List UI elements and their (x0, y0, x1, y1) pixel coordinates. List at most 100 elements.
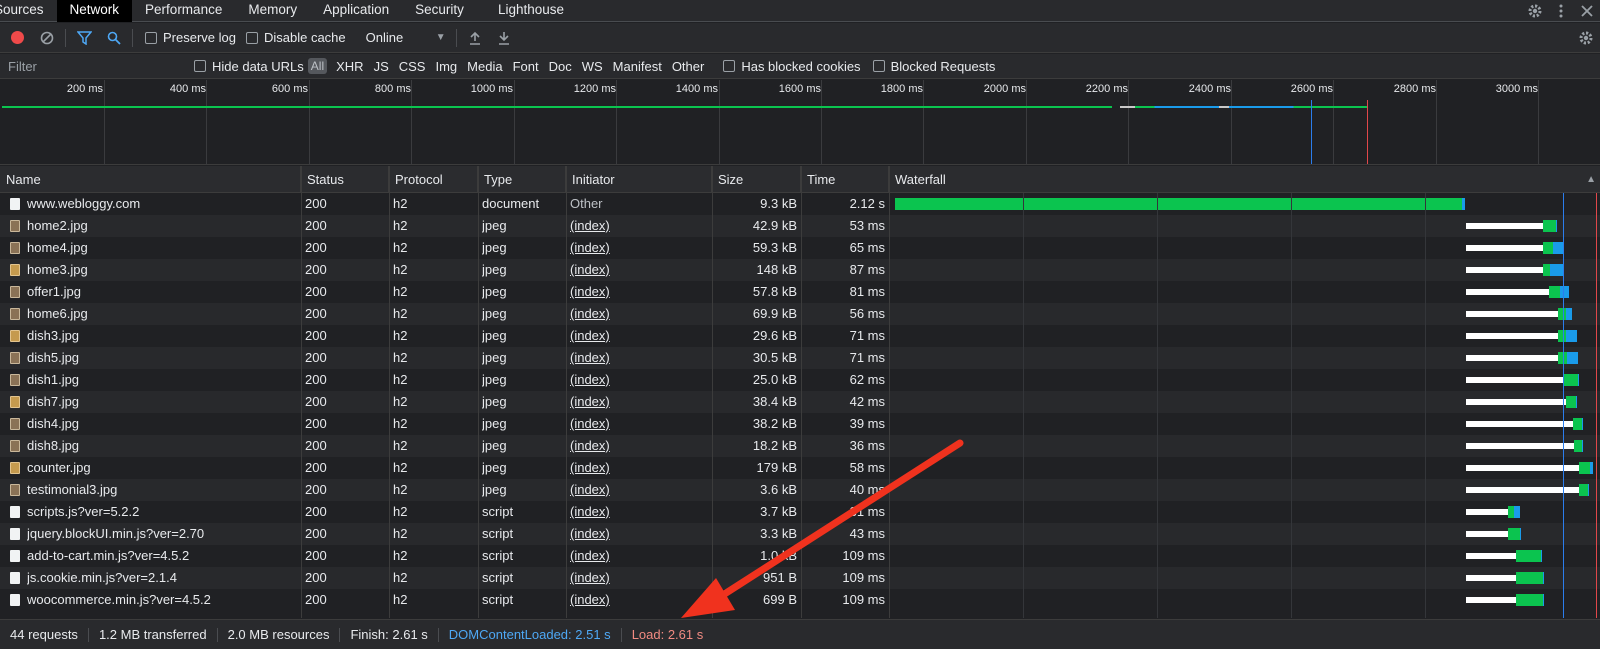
request-initiator[interactable]: (index) (570, 435, 706, 457)
filter-type-ws[interactable]: WS (577, 59, 608, 74)
request-name[interactable]: www.webloggy.com (27, 193, 297, 215)
sort-ascending-icon[interactable]: ▲ (1586, 166, 1596, 193)
request-name[interactable]: testimonial3.jpg (27, 479, 297, 501)
close-devtools-icon[interactable] (1574, 0, 1600, 22)
network-settings-button[interactable] (1571, 23, 1600, 53)
table-row[interactable]: offer1.jpg 200 h2 jpeg (index) 57.8 kB 81 ms (0, 281, 1600, 303)
tab-memory[interactable]: Memory (235, 0, 310, 22)
import-har-button[interactable] (461, 23, 490, 53)
disable-cache-checkbox[interactable]: Disable cache (245, 30, 346, 45)
table-row[interactable]: scripts.js?ver=5.2.2 200 h2 script (index) 3.… (0, 501, 1600, 523)
settings-gear-icon[interactable] (1522, 0, 1548, 22)
request-name[interactable]: dish4.jpg (27, 413, 297, 435)
request-name[interactable]: dish5.jpg (27, 347, 297, 369)
request-initiator[interactable]: (index) (570, 281, 706, 303)
table-row[interactable]: home3.jpg 200 h2 jpeg (index) 148 kB 87 ms (0, 259, 1600, 281)
table-row[interactable]: dish5.jpg 200 h2 jpeg (index) 30.5 kB 71 ms (0, 347, 1600, 369)
table-row[interactable]: dish4.jpg 200 h2 jpeg (index) 38.2 kB 39 ms (0, 413, 1600, 435)
has-blocked-cookies-checkbox[interactable]: Has blocked cookies (723, 59, 861, 74)
table-row[interactable]: home6.jpg 200 h2 jpeg (index) 69.9 kB 56 ms (0, 303, 1600, 325)
request-name[interactable]: add-to-cart.min.js?ver=4.5.2 (27, 545, 297, 567)
column-header-waterfall[interactable]: Waterfall (889, 166, 1600, 193)
record-button[interactable] (3, 23, 32, 53)
request-name[interactable]: jquery.blockUI.min.js?ver=2.70 (27, 523, 297, 545)
table-row[interactable]: js.cookie.min.js?ver=2.1.4 200 h2 script (in… (0, 567, 1600, 589)
request-initiator[interactable]: (index) (570, 347, 706, 369)
table-row[interactable]: add-to-cart.min.js?ver=4.5.2 200 h2 script (… (0, 545, 1600, 567)
filter-type-doc[interactable]: Doc (544, 59, 577, 74)
request-name[interactable]: dish3.jpg (27, 325, 297, 347)
clear-button[interactable] (32, 23, 61, 53)
table-row[interactable]: dish8.jpg 200 h2 jpeg (index) 18.2 kB 36 ms (0, 435, 1600, 457)
tab-network[interactable]: Network (56, 0, 133, 22)
column-header-size[interactable]: Size (712, 166, 801, 193)
tab-sources[interactable]: Sources (0, 0, 57, 22)
filter-type-all[interactable]: All (307, 58, 328, 74)
table-row[interactable]: home2.jpg 200 h2 jpeg (index) 42.9 kB 53 ms (0, 215, 1600, 237)
request-initiator[interactable]: (index) (570, 413, 706, 435)
request-initiator[interactable]: (index) (570, 545, 706, 567)
request-initiator[interactable]: (index) (570, 303, 706, 325)
filter-input[interactable]: Filter (2, 56, 182, 77)
filter-type-js[interactable]: JS (369, 59, 394, 74)
request-initiator[interactable]: (index) (570, 523, 706, 545)
request-name[interactable]: dish8.jpg (27, 435, 297, 457)
table-row[interactable]: woocommerce.min.js?ver=4.5.2 200 h2 script (… (0, 589, 1600, 611)
export-har-button[interactable] (490, 23, 519, 53)
network-overview-timeline[interactable]: 200 ms 400 ms 600 ms 800 ms 1000 ms 1200… (0, 80, 1600, 165)
request-name[interactable]: dish1.jpg (27, 369, 297, 391)
filter-type-css[interactable]: CSS (394, 59, 431, 74)
request-initiator[interactable]: (index) (570, 215, 706, 237)
table-row[interactable]: dish7.jpg 200 h2 jpeg (index) 38.4 kB 42 ms (0, 391, 1600, 413)
search-button[interactable] (99, 23, 128, 53)
request-name[interactable]: offer1.jpg (27, 281, 297, 303)
table-row[interactable]: counter.jpg 200 h2 jpeg (index) 179 kB 58 ms (0, 457, 1600, 479)
request-initiator[interactable]: (index) (570, 391, 706, 413)
table-row[interactable]: jquery.blockUI.min.js?ver=2.70 200 h2 scrip… (0, 523, 1600, 545)
request-name[interactable]: scripts.js?ver=5.2.2 (27, 501, 297, 523)
column-header-status[interactable]: Status (301, 166, 389, 193)
table-row[interactable]: www.webloggy.com 200 h2 document Other 9.3 kB… (0, 193, 1600, 215)
request-name[interactable]: dish7.jpg (27, 391, 297, 413)
request-name[interactable]: home6.jpg (27, 303, 297, 325)
request-initiator[interactable]: (index) (570, 259, 706, 281)
tab-security[interactable]: Security (402, 0, 477, 22)
request-name[interactable]: home2.jpg (27, 215, 297, 237)
request-name[interactable]: home4.jpg (27, 237, 297, 259)
request-initiator[interactable]: (index) (570, 501, 706, 523)
request-initiator[interactable]: (index) (570, 567, 706, 589)
filter-type-xhr[interactable]: XHR (331, 59, 368, 74)
tab-lighthouse[interactable]: Lighthouse (485, 0, 577, 22)
filter-type-font[interactable]: Font (508, 59, 544, 74)
column-header-initiator[interactable]: Initiator (566, 166, 712, 193)
request-initiator[interactable]: (index) (570, 479, 706, 501)
column-header-name[interactable]: Name (0, 166, 301, 193)
request-name[interactable]: js.cookie.min.js?ver=2.1.4 (27, 567, 297, 589)
filter-type-media[interactable]: Media (462, 59, 507, 74)
request-initiator[interactable]: (index) (570, 237, 706, 259)
more-options-icon[interactable] (1548, 0, 1574, 22)
table-row[interactable]: home4.jpg 200 h2 jpeg (index) 59.3 kB 65 ms (0, 237, 1600, 259)
request-name[interactable]: woocommerce.min.js?ver=4.5.2 (27, 589, 297, 611)
table-row[interactable]: testimonial3.jpg 200 h2 jpeg (index) 3.6 kB 40… (0, 479, 1600, 501)
request-initiator[interactable]: (index) (570, 457, 706, 479)
filter-type-manifest[interactable]: Manifest (608, 59, 667, 74)
column-header-type[interactable]: Type (478, 166, 566, 193)
request-name[interactable]: counter.jpg (27, 457, 297, 479)
column-header-protocol[interactable]: Protocol (389, 166, 478, 193)
tab-performance[interactable]: Performance (132, 0, 235, 22)
request-initiator[interactable]: (index) (570, 369, 706, 391)
preserve-log-checkbox[interactable]: Preserve log (145, 30, 236, 45)
throttling-select[interactable]: Online ▼ (366, 30, 446, 45)
request-initiator[interactable]: (index) (570, 589, 706, 611)
request-name[interactable]: home3.jpg (27, 259, 297, 281)
filter-toggle-button[interactable] (70, 23, 99, 53)
filter-type-other[interactable]: Other (667, 59, 710, 74)
hide-data-urls-checkbox[interactable]: Hide data URLs (194, 59, 304, 74)
tab-application[interactable]: Application (310, 0, 402, 22)
column-header-time[interactable]: Time (801, 166, 889, 193)
filter-type-img[interactable]: Img (430, 59, 462, 74)
table-row[interactable]: dish1.jpg 200 h2 jpeg (index) 25.0 kB 62 ms (0, 369, 1600, 391)
table-row[interactable]: dish3.jpg 200 h2 jpeg (index) 29.6 kB 71 ms (0, 325, 1600, 347)
request-initiator[interactable]: (index) (570, 325, 706, 347)
